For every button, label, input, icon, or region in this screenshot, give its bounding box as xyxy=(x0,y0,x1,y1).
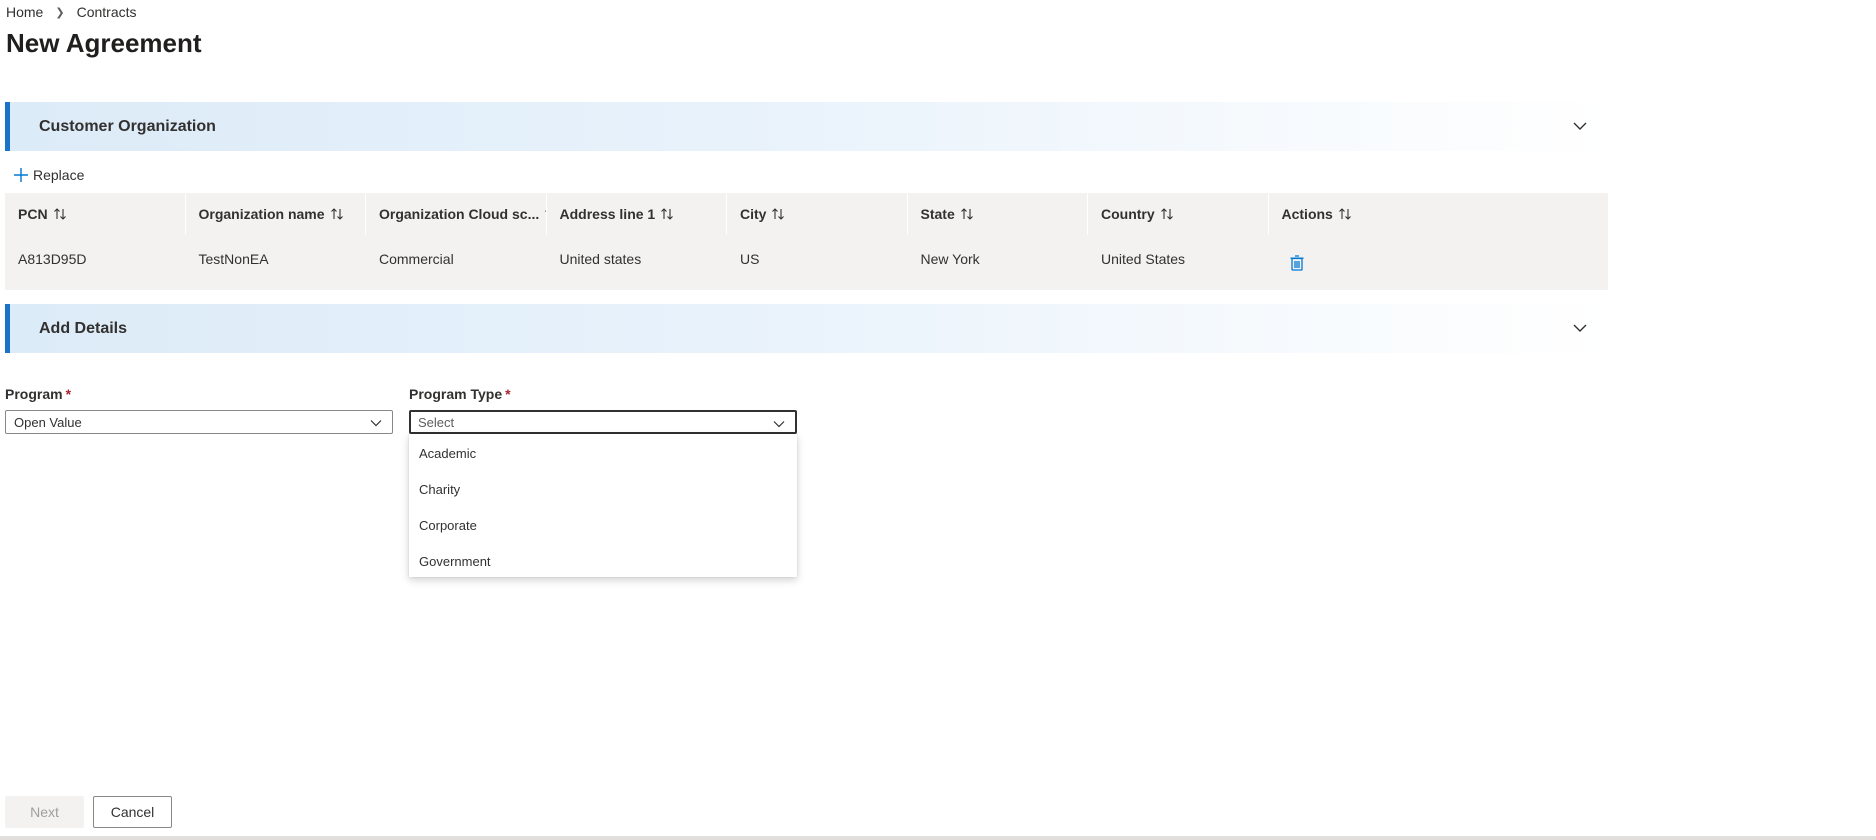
column-header-organization-name[interactable]: Organization name xyxy=(186,193,366,235)
dropdown-option-academic[interactable]: Academic xyxy=(409,435,797,471)
table-header-row: PCN Organization name Organization Cloud… xyxy=(5,193,1608,235)
add-details-section-header[interactable]: Add Details xyxy=(5,304,1608,353)
cell-state: New York xyxy=(920,251,980,267)
next-button[interactable]: Next xyxy=(5,796,84,828)
cell-address-line-1: United states xyxy=(559,251,642,267)
sort-arrows-icon xyxy=(960,208,973,220)
sort-arrows-icon xyxy=(1338,208,1351,220)
program-type-label: Program Type * xyxy=(409,386,511,402)
cell-pcn: A813D95D xyxy=(18,251,87,267)
program-label-text: Program xyxy=(5,386,63,402)
required-marker: * xyxy=(505,386,511,402)
chevron-down-icon xyxy=(773,421,785,428)
chevron-right-icon: ❯ xyxy=(55,6,65,19)
page-title: New Agreement xyxy=(6,28,202,58)
trash-icon[interactable] xyxy=(1290,255,1304,271)
dropdown-option-corporate[interactable]: Corporate xyxy=(409,507,797,543)
column-header-label: Country xyxy=(1101,206,1155,222)
column-header-label: Organization name xyxy=(198,206,325,222)
customer-organization-table: PCN Organization name Organization Cloud… xyxy=(5,193,1608,290)
replace-label: Replace xyxy=(33,167,85,183)
program-dropdown-value: Open Value xyxy=(14,414,82,430)
column-header-city[interactable]: City xyxy=(727,193,908,235)
replace-button[interactable]: Replace xyxy=(13,167,84,183)
column-header-label: State xyxy=(920,206,955,222)
chevron-down-icon[interactable] xyxy=(1572,118,1588,134)
program-type-dropdown[interactable]: Select xyxy=(409,410,797,434)
program-type-label-text: Program Type xyxy=(409,386,503,402)
program-label: Program * xyxy=(5,386,71,402)
column-header-label: City xyxy=(740,206,767,222)
column-header-pcn[interactable]: PCN xyxy=(5,193,186,235)
column-header-actions[interactable]: Actions xyxy=(1269,193,1569,235)
chevron-down-icon xyxy=(370,420,382,427)
cell-country: United States xyxy=(1101,251,1186,267)
column-header-address-line-1[interactable]: Address line 1 xyxy=(547,193,727,235)
required-marker: * xyxy=(65,386,72,402)
cell-organization-cloud: Commercial xyxy=(379,251,454,267)
cell-city: US xyxy=(740,251,760,267)
plus-icon xyxy=(14,168,28,182)
chevron-down-icon[interactable] xyxy=(1572,320,1588,336)
table-row: A813D95D TestNonEA Commercial United sta… xyxy=(5,235,1608,283)
sort-arrows-icon xyxy=(772,208,785,220)
breadcrumb-home[interactable]: Home xyxy=(6,4,43,20)
page-bottom-divider xyxy=(0,836,1876,840)
column-header-state[interactable]: State xyxy=(908,193,1088,235)
column-header-label: PCN xyxy=(18,206,48,222)
column-header-label: Actions xyxy=(1281,206,1333,222)
column-header-label: Address line 1 xyxy=(559,206,656,222)
column-header-country[interactable]: Country xyxy=(1088,193,1269,235)
sort-arrows-icon xyxy=(661,208,674,220)
program-type-dropdown-menu: Academic Charity Corporate Government xyxy=(409,434,797,577)
sort-arrows-icon xyxy=(1160,208,1173,220)
program-type-placeholder: Select xyxy=(418,414,455,430)
breadcrumb-contracts[interactable]: Contracts xyxy=(77,4,137,20)
breadcrumb: Home ❯ Contracts xyxy=(6,4,137,20)
column-header-organization-cloud[interactable]: Organization Cloud sc... xyxy=(366,193,547,235)
dropdown-option-government[interactable]: Government xyxy=(409,543,797,579)
program-dropdown[interactable]: Open Value xyxy=(5,410,393,434)
add-details-title: Add Details xyxy=(39,319,128,337)
column-header-label: Organization Cloud sc... xyxy=(379,206,540,222)
customer-organization-section-header[interactable]: Customer Organization xyxy=(5,102,1608,151)
sort-arrows-icon xyxy=(330,208,343,220)
cell-actions xyxy=(1269,235,1569,283)
dropdown-option-charity[interactable]: Charity xyxy=(409,471,797,507)
cell-organization-name: TestNonEA xyxy=(198,251,269,267)
sort-arrows-icon xyxy=(53,208,66,220)
customer-organization-title: Customer Organization xyxy=(39,117,216,135)
cancel-button[interactable]: Cancel xyxy=(93,796,172,828)
